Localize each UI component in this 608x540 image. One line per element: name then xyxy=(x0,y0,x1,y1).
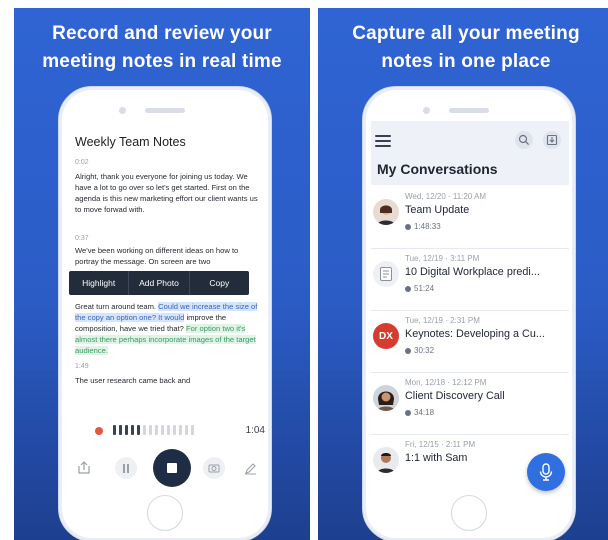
plain-text: Great turn around team. xyxy=(75,302,157,311)
clock-icon xyxy=(405,285,411,292)
elapsed-time: 1:04 xyxy=(245,425,265,436)
conversation-date: Tue, 12/19 · 3:11 PM xyxy=(405,254,480,263)
waveform-bar xyxy=(143,425,146,435)
conversation-date: Wed, 12/20 · 11:20 AM xyxy=(405,192,487,201)
pause-button[interactable] xyxy=(115,457,137,479)
conversation-date: Mon, 12/18 · 12:12 PM xyxy=(405,378,487,387)
add-photo-button[interactable]: Add Photo xyxy=(129,271,190,295)
conversation-title: Client Discovery Call xyxy=(405,390,505,402)
conversation-item[interactable]: Wed, 12/20 · 11:20 AM Team Update 1:48:3… xyxy=(371,187,569,249)
conversation-date: Fri, 12/15 · 2:11 PM xyxy=(405,440,476,449)
transcript-segment[interactable]: We've been working on different ideas on… xyxy=(75,245,261,267)
copy-button[interactable]: Copy xyxy=(190,271,249,295)
phone-frame: Weekly Team Notes 0:02 Alright, thank yo… xyxy=(58,86,272,540)
conversation-title: 10 Digital Workplace predi... xyxy=(405,266,540,278)
conversation-item[interactable]: DX Tue, 12/19 · 2:31 PM Keynotes: Develo… xyxy=(371,311,569,373)
conversations-screen: My Conversations Wed, 12/20 · 11:20 AM T… xyxy=(371,121,569,501)
speaker-grille xyxy=(145,108,185,113)
clock-icon xyxy=(405,409,411,416)
logo-text: DX xyxy=(379,330,393,342)
phone-frame: My Conversations Wed, 12/20 · 11:20 AM T… xyxy=(362,86,576,540)
headline-line-2: notes in one place xyxy=(381,51,551,72)
person-woman-icon xyxy=(373,199,399,225)
clock-icon xyxy=(405,347,411,354)
search-icon[interactable] xyxy=(515,131,533,149)
dx-logo: DX xyxy=(373,323,399,349)
stop-recording-button[interactable] xyxy=(153,449,191,487)
waveform-bar xyxy=(161,425,164,435)
conversation-date: Tue, 12/19 · 2:31 PM xyxy=(405,316,480,325)
waveform-bar xyxy=(149,425,152,435)
transcript-segment[interactable]: Alright, thank you everyone for joining … xyxy=(75,171,261,215)
recording-indicator-icon xyxy=(95,427,103,435)
person-woman-icon xyxy=(373,385,399,411)
waveform-bar xyxy=(173,425,176,435)
document-icon xyxy=(373,261,399,287)
hamburger-menu-icon[interactable] xyxy=(375,135,391,147)
waveform-bar xyxy=(119,425,122,435)
text-context-menu: Highlight Add Photo Copy xyxy=(69,271,249,295)
promo-panel-record: Record and review your meeting notes in … xyxy=(14,8,310,540)
conversation-duration: 51:24 xyxy=(405,284,434,293)
headline-line-1: Capture all your meeting xyxy=(352,23,580,44)
camera-button[interactable] xyxy=(203,457,225,479)
promo-panel-capture: Capture all your meeting notes in one pl… xyxy=(318,8,608,540)
playback-row: 1:04 xyxy=(95,423,265,439)
headline-capture: Capture all your meeting notes in one pl… xyxy=(318,20,608,76)
headline-record: Record and review your meeting notes in … xyxy=(14,20,310,76)
pause-icon xyxy=(123,463,129,473)
waveform-bar xyxy=(179,425,182,435)
conversation-duration: 1:48:33 xyxy=(405,222,441,231)
recording-controls xyxy=(67,449,265,489)
waveform-bar xyxy=(155,425,158,435)
transcript-segment[interactable]: The user research came back and xyxy=(75,375,261,386)
conversation-item[interactable]: Mon, 12/18 · 12:12 PM Client Discovery C… xyxy=(371,373,569,435)
person-man-icon xyxy=(373,447,399,473)
conversation-title: Keynotes: Developing a Cu... xyxy=(405,328,545,340)
segment-timestamp: 0:37 xyxy=(75,235,89,242)
home-button[interactable] xyxy=(451,495,487,531)
waveform-bar xyxy=(137,425,140,435)
camera-dot xyxy=(119,107,126,114)
microphone-icon xyxy=(539,463,553,481)
page-title: My Conversations xyxy=(377,161,498,177)
record-button[interactable] xyxy=(527,453,565,491)
camera-icon xyxy=(208,464,220,473)
waveform-bar xyxy=(125,425,128,435)
camera-dot xyxy=(423,107,430,114)
app-header: My Conversations xyxy=(371,121,569,185)
highlight-button[interactable]: Highlight xyxy=(69,271,130,295)
conversation-item[interactable]: Tue, 12/19 · 3:11 PM 10 Digital Workplac… xyxy=(371,249,569,311)
transcript-segment-selected[interactable]: Great turn around team. Could we increas… xyxy=(75,301,261,356)
waveform-bar xyxy=(131,425,134,435)
headline-line-1: Record and review your xyxy=(52,23,272,44)
waveform-bar xyxy=(113,425,116,435)
pen-icon[interactable] xyxy=(241,459,259,477)
conversation-duration: 34:18 xyxy=(405,408,434,417)
waveform-bar xyxy=(185,425,188,435)
waveform-bar xyxy=(167,425,170,435)
speaker-grille xyxy=(449,108,489,113)
import-icon[interactable] xyxy=(543,131,561,149)
stop-icon xyxy=(167,463,177,473)
notes-title: Weekly Team Notes xyxy=(75,135,186,149)
conversation-title: Team Update xyxy=(405,204,470,216)
segment-timestamp: 1:49 xyxy=(75,363,89,370)
waveform[interactable] xyxy=(113,425,194,435)
headline-line-2: meeting notes in real time xyxy=(42,51,282,72)
clock-icon xyxy=(405,223,411,230)
conversation-duration: 30:32 xyxy=(405,346,434,355)
waveform-bar xyxy=(191,425,194,435)
segment-timestamp: 0:02 xyxy=(75,159,89,166)
notes-screen: Weekly Team Notes 0:02 Alright, thank yo… xyxy=(67,121,265,501)
home-button[interactable] xyxy=(147,495,183,531)
share-icon[interactable] xyxy=(75,459,93,477)
